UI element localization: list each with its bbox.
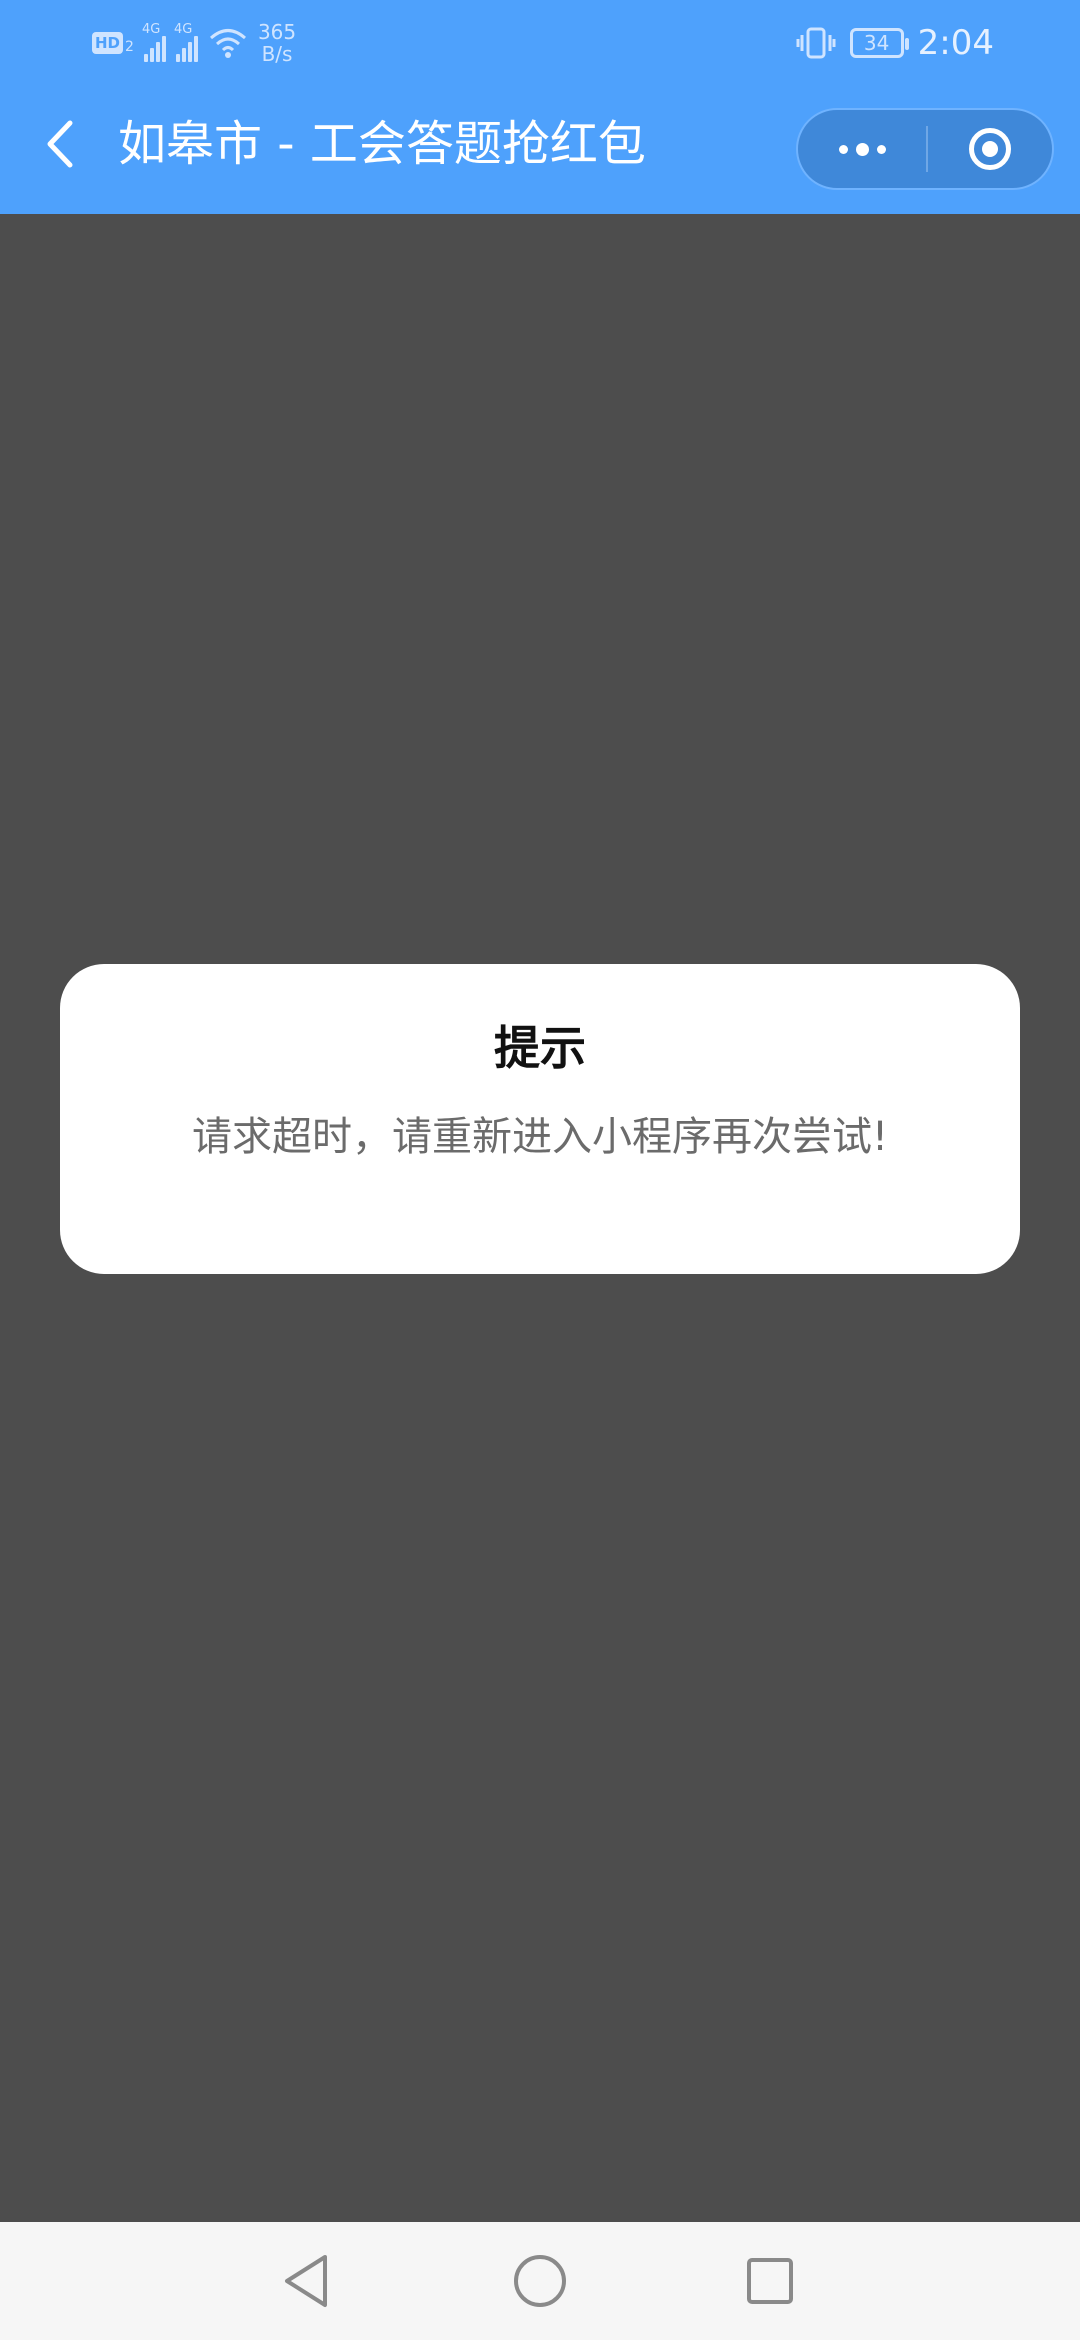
target-circle-icon [969,128,1011,170]
vibrate-icon [796,27,836,59]
system-recents-button[interactable] [735,2246,805,2316]
signal-2-label: 4G [173,22,193,37]
hd-indicator: HD 2 [92,32,134,54]
triangle-back-icon [285,2255,327,2307]
status-time: 2:04 [917,23,994,63]
network-speed-unit: B/s [261,42,293,66]
dialog-message: 请求超时，请重新进入小程序再次尝试! [191,1114,889,1160]
mini-program-nav-bar: 如皋市 - 工会答题抢红包 [0,84,1080,214]
status-bar: HD 2 4G 4G 365 B/s 34 2:04 [0,0,1080,84]
page-title: 如皋市 - 工会答题抢红包 [118,116,646,172]
more-dots-icon [838,144,848,154]
chevron-left-icon [47,120,73,168]
circle-home-icon [514,2255,566,2307]
more-dots-icon-center [855,142,869,156]
target-circle-icon-center [982,141,998,157]
status-left-group: HD 2 4G 4G 365 B/s [92,18,296,68]
wifi-icon [209,29,246,58]
more-button[interactable] [798,110,926,188]
system-home-button[interactable] [505,2246,575,2316]
capsule-menu [796,108,1054,190]
hd-sub-label: 2 [125,39,134,55]
hd-label: HD [92,32,124,54]
battery-level: 34 [863,31,890,55]
network-speed: 365 B/s [258,21,296,65]
cell-signal-2-icon: 4G [173,22,198,62]
back-button[interactable] [30,114,90,174]
network-speed-value: 365 [257,20,297,44]
system-navigation-bar [0,2222,1080,2340]
more-dots-icon-right [876,144,886,154]
battery-icon: 34 [849,28,909,58]
dialog-title: 提示 [494,1021,586,1075]
signal-1-label: 4G [141,22,161,37]
alert-dialog: 提示 请求超时，请重新进入小程序再次尝试! [60,964,1020,1274]
system-back-button[interactable] [272,2246,342,2316]
app-screen: HD 2 4G 4G 365 B/s 34 2:04 如皋市 - 工会答题抢红包… [0,0,1080,2340]
status-right-group: 34 2:04 [796,18,994,68]
square-recents-icon [747,2258,793,2304]
close-mini-program-button[interactable] [928,110,1052,188]
cell-signal-1-icon: 4G [141,22,166,62]
